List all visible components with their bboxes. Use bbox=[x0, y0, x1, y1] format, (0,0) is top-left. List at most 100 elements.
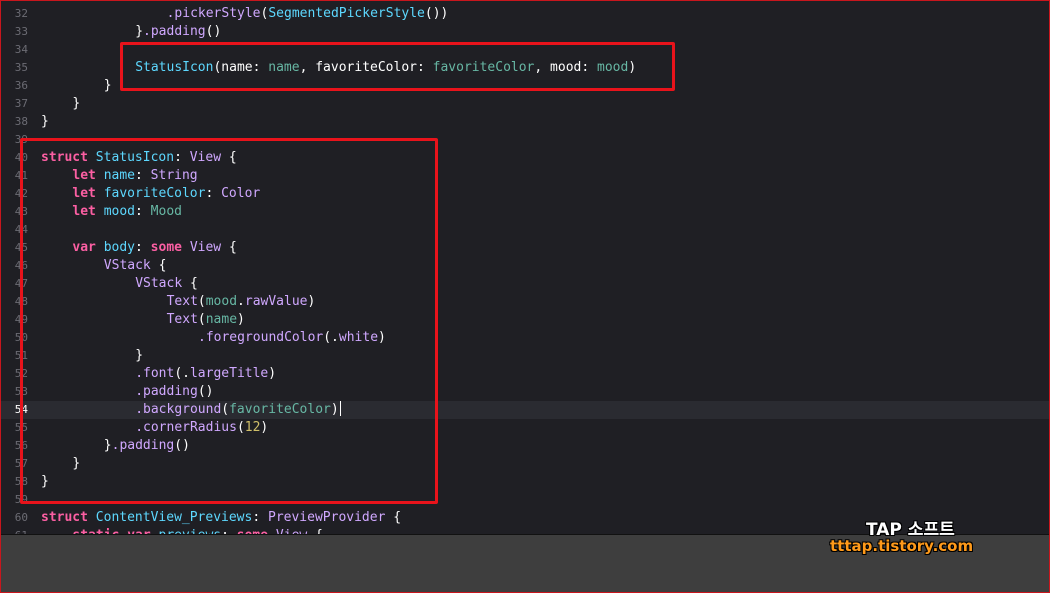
code-token: } bbox=[72, 96, 81, 111]
code-token: } bbox=[135, 348, 144, 363]
code-token: ) bbox=[260, 420, 269, 435]
code-line[interactable]: 47 VStack { bbox=[1, 275, 1049, 293]
code-line[interactable]: 49 Text(name) bbox=[1, 311, 1049, 329]
code-token: .padding bbox=[111, 438, 175, 453]
code-line[interactable]: 43 let mood: Mood bbox=[1, 203, 1049, 221]
code-line[interactable]: 50 .foregroundColor(.white) bbox=[1, 329, 1049, 347]
code-token: ) bbox=[237, 312, 245, 327]
code-token: ) bbox=[330, 402, 339, 417]
code-line[interactable]: 34 bbox=[1, 41, 1049, 59]
code-line[interactable]: 32 .pickerStyle(SegmentedPickerStyle()) bbox=[1, 5, 1049, 23]
code-line[interactable]: 45 var body: some View { bbox=[1, 239, 1049, 257]
code-token: struct bbox=[41, 510, 88, 525]
line-number: 51 bbox=[14, 349, 28, 362]
code-text: .foregroundColor(.white) bbox=[198, 329, 386, 347]
code-line[interactable]: 46 VStack { bbox=[1, 257, 1049, 275]
code-line[interactable]: 44 bbox=[1, 221, 1049, 239]
code-line[interactable]: 41 let name: String bbox=[1, 167, 1049, 185]
code-text: } bbox=[72, 95, 80, 113]
code-token: } bbox=[41, 114, 49, 129]
code-line[interactable]: 36} bbox=[1, 77, 1049, 95]
code-line[interactable]: 37} bbox=[1, 95, 1049, 113]
code-line[interactable]: 52 .font(.largeTitle) bbox=[1, 365, 1049, 383]
code-token: : bbox=[252, 510, 268, 525]
line-number: 41 bbox=[14, 169, 28, 182]
code-token: largeTitle bbox=[189, 366, 269, 381]
code-line[interactable]: 39 bbox=[1, 131, 1049, 149]
code-text: .padding() bbox=[135, 383, 213, 401]
code-token: () bbox=[174, 438, 190, 453]
code-token: name bbox=[103, 168, 136, 183]
code-line[interactable]: 51} bbox=[1, 347, 1049, 365]
line-number: 44 bbox=[14, 223, 28, 236]
code-line[interactable]: 42 let favoriteColor: Color bbox=[1, 185, 1049, 203]
code-token: ( bbox=[236, 420, 245, 435]
code-text: VStack { bbox=[104, 257, 167, 275]
text-cursor bbox=[339, 401, 341, 416]
code-token: let bbox=[72, 204, 96, 219]
code-token: SegmentedPickerStyle bbox=[268, 6, 425, 21]
code-token: .background bbox=[135, 402, 222, 417]
line-number: 55 bbox=[14, 421, 28, 434]
line-number: 34 bbox=[14, 43, 28, 56]
code-text: .font(.largeTitle) bbox=[135, 365, 276, 383]
code-token: : bbox=[174, 150, 190, 165]
code-token: : bbox=[135, 240, 151, 255]
line-number: 35 bbox=[14, 61, 28, 74]
code-token: } bbox=[103, 78, 112, 93]
code-token: VStack bbox=[135, 276, 183, 291]
code-token: struct bbox=[41, 150, 88, 165]
code-token: String bbox=[150, 168, 198, 183]
code-token: ( bbox=[197, 312, 206, 327]
code-line[interactable]: 54 .background(favoriteColor) bbox=[1, 401, 1049, 419]
code-token: ()) bbox=[424, 6, 449, 21]
code-token: } bbox=[103, 438, 112, 453]
line-number: 59 bbox=[14, 493, 28, 506]
code-token: (. bbox=[174, 366, 190, 381]
code-token: let bbox=[72, 186, 96, 201]
code-token: var bbox=[72, 240, 96, 255]
line-number: 43 bbox=[14, 205, 28, 218]
code-token: } bbox=[72, 456, 81, 471]
code-token: ( bbox=[221, 402, 230, 417]
code-token: ContentView_Previews bbox=[95, 510, 253, 525]
code-token: name bbox=[268, 60, 300, 75]
code-token: { bbox=[221, 150, 237, 165]
code-token: StatusIcon bbox=[135, 60, 214, 75]
code-line[interactable]: 53 .padding() bbox=[1, 383, 1049, 401]
code-token: () bbox=[205, 24, 222, 39]
code-editor[interactable]: 32 .pickerStyle(SegmentedPickerStyle()) 33… bbox=[1, 1, 1049, 534]
code-token: 12 bbox=[244, 420, 261, 435]
code-text: struct ContentView_Previews: PreviewProv… bbox=[41, 509, 401, 527]
code-token: } bbox=[135, 24, 144, 39]
line-number: 61 bbox=[1, 527, 28, 534]
code-line[interactable]: 56}.padding() bbox=[1, 437, 1049, 455]
code-line[interactable]: 33}.padding() bbox=[1, 23, 1049, 41]
code-token: Text bbox=[166, 312, 198, 327]
code-line[interactable]: 48 Text(mood.rawValue) bbox=[1, 293, 1049, 311]
code-token: white bbox=[338, 330, 379, 345]
code-token: ) bbox=[378, 330, 386, 345]
line-number: 52 bbox=[14, 367, 28, 380]
code-token: { bbox=[221, 240, 237, 255]
code-token: ) bbox=[307, 294, 316, 309]
line-number: 57 bbox=[14, 457, 28, 470]
code-text: }.padding() bbox=[104, 437, 190, 455]
code-line[interactable]: 59 bbox=[1, 491, 1049, 509]
code-line[interactable]: 40 struct StatusIcon: View { bbox=[1, 149, 1049, 167]
code-token: : bbox=[135, 168, 151, 183]
code-token: StatusIcon bbox=[95, 150, 175, 165]
code-line[interactable]: 38} bbox=[1, 113, 1049, 131]
code-text: } bbox=[41, 473, 49, 491]
code-token: rawValue bbox=[244, 294, 308, 309]
line-number: 50 bbox=[14, 331, 28, 344]
code-token: Color bbox=[221, 186, 261, 201]
code-line[interactable]: 57} bbox=[1, 455, 1049, 473]
code-line[interactable]: 35 StatusIcon(name: name, favoriteColor: … bbox=[1, 59, 1049, 77]
code-token: Text bbox=[166, 294, 198, 309]
code-line[interactable]: 55 .cornerRadius(12) bbox=[1, 419, 1049, 437]
code-line[interactable]: 58} bbox=[1, 473, 1049, 491]
